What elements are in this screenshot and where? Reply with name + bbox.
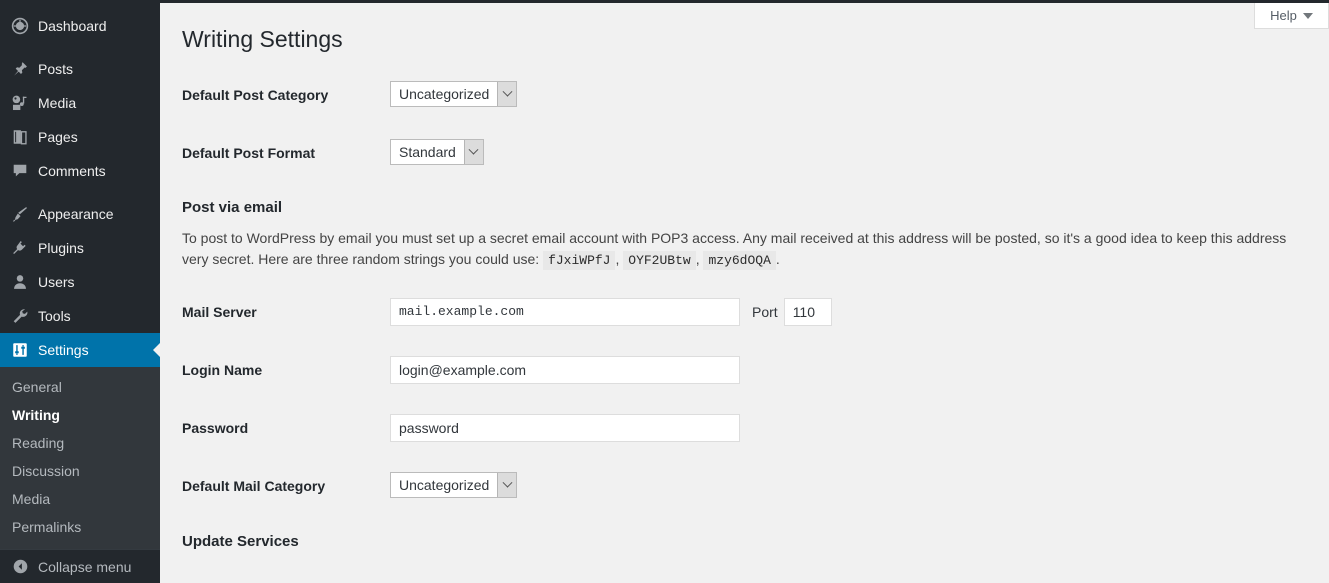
field-row-default-mail-category: Default Mail Category Uncategorized [160,457,1329,515]
password-label: Password [182,420,249,437]
sidebar-item-label: Plugins [38,240,84,256]
sidebar-item-comments[interactable]: Comments [0,154,160,188]
random-string-2: OYF2UBtw [623,251,696,271]
field-row-default-post-format: Default Post Format Standard [160,124,1329,182]
field-row-login-name: Login Name [160,341,1329,399]
sidebar-item-label: Media [38,95,77,111]
sidebar-top-spacer [0,0,160,9]
caret-down-icon [1302,12,1313,19]
chevron-down-icon [497,82,517,106]
sliders-icon [10,340,30,360]
comma-1: , [615,251,620,268]
writing-settings-form: Default Post Category Uncategorized Defa… [160,66,1329,182]
default-post-format-label: Default Post Format [182,145,316,162]
default-post-format-control: Standard [380,124,494,180]
mail-server-label: Mail Server [182,303,257,320]
sidebar-item-pages[interactable]: Pages [0,120,160,154]
post-via-email-heading: Post via email [182,199,283,217]
default-mail-category-select[interactable]: Uncategorized [390,472,518,499]
chevron-down-icon [497,473,517,498]
settings-submenu: General Writing Reading Discussion Media… [0,367,160,549]
collapse-menu-button[interactable]: Collapse menu [0,550,160,583]
sidebar-item-label: Settings [38,342,89,358]
field-row-mail-server: Mail Server Port [160,283,1329,341]
sidebar-separator-2 [0,188,160,197]
default-post-category-select[interactable]: Uncategorized [390,81,518,107]
sidebar-item-general[interactable]: General [0,373,160,401]
post-via-email-form: Mail Server Port Login Name Password [160,283,1329,516]
wordpress-admin-page: Dashboard Posts Media Pages Comments App… [0,0,1329,583]
port-input[interactable] [783,297,832,326]
admin-sidebar: Dashboard Posts Media Pages Comments App… [0,0,161,583]
default-post-category-value: Uncategorized [399,86,490,102]
chevron-down-icon [463,140,483,165]
field-row-password: Password [160,399,1329,457]
sidebar-item-dashboard[interactable]: Dashboard [0,9,160,43]
sidebar-item-label: Users [38,274,75,290]
media-icon [10,93,30,113]
port-label: Port [752,303,778,320]
sidebar-item-media-settings[interactable]: Media [0,485,160,513]
random-string-1: fJxiWPfJ [543,251,616,271]
comments-icon [10,161,30,181]
login-name-label: Login Name [182,362,263,379]
help-tab-button[interactable]: Help [1254,3,1329,29]
default-mail-category-label: Default Mail Category [182,478,326,495]
sidebar-item-discussion[interactable]: Discussion [0,457,160,485]
password-input[interactable] [390,414,740,443]
help-tab-label: Help [1270,8,1297,23]
sidebar-item-users[interactable]: Users [0,265,160,299]
user-icon [10,272,30,292]
pages-icon [10,127,30,147]
main-content: Help Writing Settings Default Post Categ… [160,3,1329,583]
default-post-category-label: Default Post Category [182,87,329,103]
sidebar-item-plugins[interactable]: Plugins [0,231,160,265]
sidebar-item-label: Dashboard [38,18,107,34]
dashboard-icon [10,16,30,36]
sidebar-item-label: Tools [38,308,71,324]
random-string-3: mzy6dOQA [703,251,776,271]
plugin-icon [10,238,30,258]
password-control [380,399,750,457]
collapse-menu-container: Collapse menu [0,549,160,583]
sidebar-item-settings[interactable]: Settings [0,333,161,367]
default-post-category-control: Uncategorized [380,66,527,122]
page-title: Writing Settings [182,26,343,52]
default-mail-category-value: Uncategorized [399,477,490,494]
wrench-icon [10,306,30,326]
sidebar-item-tools[interactable]: Tools [0,299,160,333]
sidebar-item-permalinks[interactable]: Permalinks [0,513,160,541]
default-post-format-select[interactable]: Standard [390,139,484,166]
field-row-default-post-category: Default Post Category Uncategorized [160,66,1329,124]
sidebar-item-reading[interactable]: Reading [0,429,160,457]
login-name-control [380,341,750,399]
period: . [775,251,780,268]
default-post-format-value: Standard [399,144,456,161]
sidebar-item-media[interactable]: Media [0,86,160,120]
mail-server-input[interactable] [390,297,740,326]
pin-icon [10,59,30,79]
sidebar-separator-1 [0,43,160,52]
collapse-menu-label: Collapse menu [38,558,132,575]
default-mail-category-control: Uncategorized [380,457,527,513]
mail-server-control: Port [380,283,842,341]
sidebar-item-writing[interactable]: Writing [0,401,160,429]
collapse-arrow-icon [10,557,30,577]
update-services-heading: Update Services [182,532,299,550]
post-via-email-description: To post to WordPress by email you must s… [160,220,1320,271]
sidebar-item-label: Comments [38,163,106,179]
brush-icon [10,204,30,224]
sidebar-item-label: Appearance [38,206,114,222]
comma-2: , [695,251,700,268]
login-name-input[interactable] [390,356,740,385]
sidebar-item-label: Posts [38,61,74,77]
sidebar-item-label: Pages [38,129,78,145]
sidebar-item-posts[interactable]: Posts [0,52,160,86]
sidebar-item-appearance[interactable]: Appearance [0,197,160,231]
